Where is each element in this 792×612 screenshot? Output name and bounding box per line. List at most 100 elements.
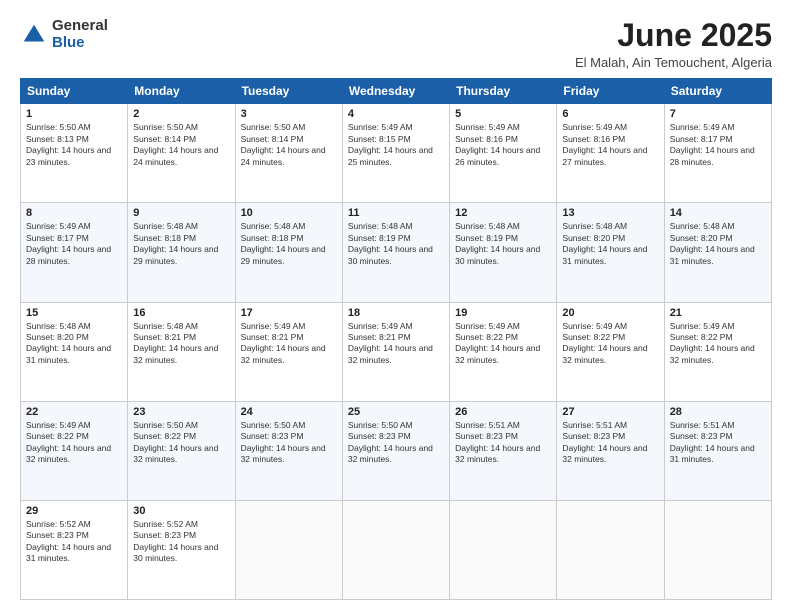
day-number: 28 xyxy=(670,406,766,418)
title-block: June 2025 El Malah, Ain Temouchent, Alge… xyxy=(575,18,772,70)
header: General Blue June 2025 El Malah, Ain Tem… xyxy=(20,18,772,70)
cell-text: Sunrise: 5:49 AMSunset: 8:21 PMDaylight:… xyxy=(241,321,326,365)
table-cell xyxy=(664,500,771,599)
day-number: 24 xyxy=(241,406,337,418)
day-number: 25 xyxy=(348,406,444,418)
logo: General Blue xyxy=(20,18,108,51)
page: General Blue June 2025 El Malah, Ain Tem… xyxy=(0,0,792,612)
table-cell: 3 Sunrise: 5:50 AMSunset: 8:14 PMDaylight… xyxy=(235,104,342,203)
table-cell: 18 Sunrise: 5:49 AMSunset: 8:21 PMDayligh… xyxy=(342,302,449,401)
table-cell: 29Sunrise: 5:52 AMSunset: 8:23 PMDayligh… xyxy=(21,500,128,599)
table-cell: 9Sunrise: 5:48 AMSunset: 8:18 PMDaylight… xyxy=(128,203,235,302)
cell-text: Sunrise: 5:49 AMSunset: 8:16 PMDaylight:… xyxy=(455,122,540,166)
cell-text: Sunrise: 5:49 AMSunset: 8:15 PMDaylight:… xyxy=(348,122,433,166)
cell-text: Sunrise: 5:48 AMSunset: 8:18 PMDaylight:… xyxy=(241,221,326,265)
table-cell: 23 Sunrise: 5:50 AMSunset: 8:22 PMDayligh… xyxy=(128,401,235,500)
table-cell xyxy=(342,500,449,599)
day-number: 26 xyxy=(455,406,551,418)
day-number: 2 xyxy=(133,108,229,120)
day-number: 10 xyxy=(241,207,337,219)
day-number: 9 xyxy=(133,207,229,219)
day-number: 4 xyxy=(348,108,444,120)
col-tuesday: Tuesday xyxy=(235,79,342,104)
table-row: 22 Sunrise: 5:49 AMSunset: 8:22 PMDayligh… xyxy=(21,401,772,500)
location: El Malah, Ain Temouchent, Algeria xyxy=(575,55,772,70)
table-cell: 1 Sunrise: 5:50 AMSunset: 8:13 PMDaylight… xyxy=(21,104,128,203)
cell-text: Sunrise: 5:49 AMSunset: 8:22 PMDaylight:… xyxy=(26,420,111,464)
cell-text: Sunrise: 5:50 AMSunset: 8:13 PMDaylight:… xyxy=(26,122,111,166)
calendar-header-row: Sunday Monday Tuesday Wednesday Thursday… xyxy=(21,79,772,104)
table-cell: 22 Sunrise: 5:49 AMSunset: 8:22 PMDayligh… xyxy=(21,401,128,500)
table-cell: 17 Sunrise: 5:49 AMSunset: 8:21 PMDayligh… xyxy=(235,302,342,401)
logo-general: General xyxy=(52,18,108,35)
cell-text: Sunrise: 5:49 AMSunset: 8:21 PMDaylight:… xyxy=(348,321,433,365)
cell-text: Sunrise: 5:50 AMSunset: 8:23 PMDaylight:… xyxy=(241,420,326,464)
calendar-table: Sunday Monday Tuesday Wednesday Thursday… xyxy=(20,78,772,600)
col-saturday: Saturday xyxy=(664,79,771,104)
day-number: 12 xyxy=(455,207,551,219)
table-cell: 30 Sunrise: 5:52 AMSunset: 8:23 PMDayligh… xyxy=(128,500,235,599)
cell-text: Sunrise: 5:48 AMSunset: 8:19 PMDaylight:… xyxy=(455,221,540,265)
table-cell: 20 Sunrise: 5:49 AMSunset: 8:22 PMDayligh… xyxy=(557,302,664,401)
day-number: 7 xyxy=(670,108,766,120)
cell-text: Sunrise: 5:51 AMSunset: 8:23 PMDaylight:… xyxy=(670,420,755,464)
day-number: 27 xyxy=(562,406,658,418)
table-cell: 28 Sunrise: 5:51 AMSunset: 8:23 PMDayligh… xyxy=(664,401,771,500)
day-number: 22 xyxy=(26,406,122,418)
table-cell: 10 Sunrise: 5:48 AMSunset: 8:18 PMDayligh… xyxy=(235,203,342,302)
day-number: 1 xyxy=(26,108,122,120)
cell-text: Sunrise: 5:52 AMSunset: 8:23 PMDaylight:… xyxy=(133,519,218,563)
table-row: 8 Sunrise: 5:49 AMSunset: 8:17 PMDaylight… xyxy=(21,203,772,302)
logo-text: General Blue xyxy=(52,18,108,51)
table-cell: 19Sunrise: 5:49 AMSunset: 8:22 PMDayligh… xyxy=(450,302,557,401)
month-title: June 2025 xyxy=(575,18,772,53)
table-cell: 13Sunrise: 5:48 AMSunset: 8:20 PMDayligh… xyxy=(557,203,664,302)
cell-text: Sunrise: 5:49 AMSunset: 8:16 PMDaylight:… xyxy=(562,122,647,166)
day-number: 19 xyxy=(455,307,551,319)
table-cell xyxy=(557,500,664,599)
cell-text: Sunrise: 5:49 AMSunset: 8:22 PMDaylight:… xyxy=(562,321,647,365)
day-number: 5 xyxy=(455,108,551,120)
cell-text: Sunrise: 5:49 AMSunset: 8:17 PMDaylight:… xyxy=(26,221,111,265)
day-number: 23 xyxy=(133,406,229,418)
cell-text: Sunrise: 5:48 AMSunset: 8:20 PMDaylight:… xyxy=(670,221,755,265)
table-cell: 21 Sunrise: 5:49 AMSunset: 8:22 PMDayligh… xyxy=(664,302,771,401)
table-cell: 4 Sunrise: 5:49 AMSunset: 8:15 PMDaylight… xyxy=(342,104,449,203)
day-number: 18 xyxy=(348,307,444,319)
col-friday: Friday xyxy=(557,79,664,104)
table-cell: 25 Sunrise: 5:50 AMSunset: 8:23 PMDayligh… xyxy=(342,401,449,500)
cell-text: Sunrise: 5:51 AMSunset: 8:23 PMDaylight:… xyxy=(562,420,647,464)
table-cell xyxy=(235,500,342,599)
table-cell: 15Sunrise: 5:48 AMSunset: 8:20 PMDayligh… xyxy=(21,302,128,401)
table-cell: 6 Sunrise: 5:49 AMSunset: 8:16 PMDaylight… xyxy=(557,104,664,203)
cell-text: Sunrise: 5:48 AMSunset: 8:21 PMDaylight:… xyxy=(133,321,218,365)
cell-text: Sunrise: 5:49 AMSunset: 8:22 PMDaylight:… xyxy=(670,321,755,365)
day-number: 6 xyxy=(562,108,658,120)
col-sunday: Sunday xyxy=(21,79,128,104)
cell-text: Sunrise: 5:50 AMSunset: 8:14 PMDaylight:… xyxy=(241,122,326,166)
day-number: 21 xyxy=(670,307,766,319)
cell-text: Sunrise: 5:50 AMSunset: 8:22 PMDaylight:… xyxy=(133,420,218,464)
day-number: 14 xyxy=(670,207,766,219)
day-number: 20 xyxy=(562,307,658,319)
day-number: 11 xyxy=(348,207,444,219)
cell-text: Sunrise: 5:48 AMSunset: 8:20 PMDaylight:… xyxy=(26,321,111,365)
day-number: 3 xyxy=(241,108,337,120)
day-number: 17 xyxy=(241,307,337,319)
cell-text: Sunrise: 5:51 AMSunset: 8:23 PMDaylight:… xyxy=(455,420,540,464)
table-cell: 14 Sunrise: 5:48 AMSunset: 8:20 PMDayligh… xyxy=(664,203,771,302)
day-number: 29 xyxy=(26,505,122,517)
table-cell xyxy=(450,500,557,599)
cell-text: Sunrise: 5:50 AMSunset: 8:23 PMDaylight:… xyxy=(348,420,433,464)
day-number: 16 xyxy=(133,307,229,319)
table-cell: 8 Sunrise: 5:49 AMSunset: 8:17 PMDaylight… xyxy=(21,203,128,302)
table-cell: 7Sunrise: 5:49 AMSunset: 8:17 PMDaylight… xyxy=(664,104,771,203)
col-monday: Monday xyxy=(128,79,235,104)
logo-blue: Blue xyxy=(52,35,108,52)
col-thursday: Thursday xyxy=(450,79,557,104)
table-cell: 2Sunrise: 5:50 AMSunset: 8:14 PMDaylight… xyxy=(128,104,235,203)
day-number: 30 xyxy=(133,505,229,517)
table-cell: 12 Sunrise: 5:48 AMSunset: 8:19 PMDayligh… xyxy=(450,203,557,302)
day-number: 8 xyxy=(26,207,122,219)
table-row: 1 Sunrise: 5:50 AMSunset: 8:13 PMDaylight… xyxy=(21,104,772,203)
